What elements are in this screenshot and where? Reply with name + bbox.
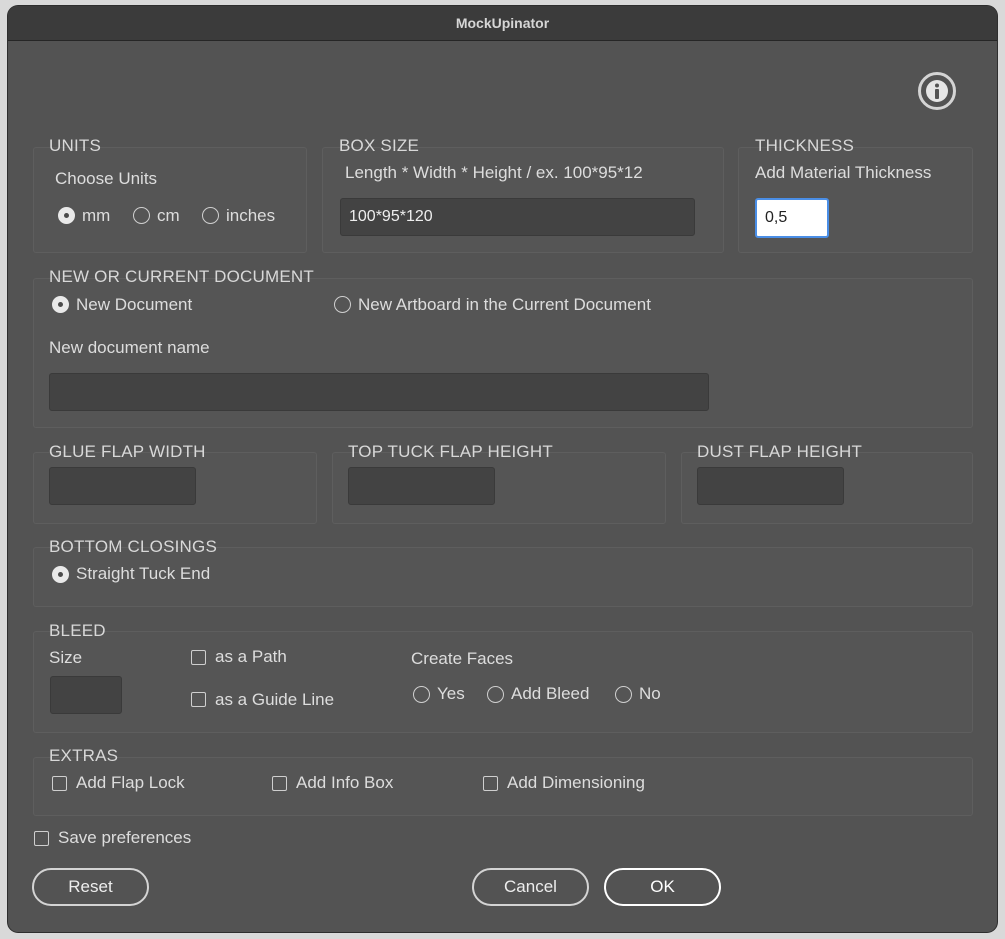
checkbox-dimensioning[interactable] (483, 776, 498, 791)
ok-button[interactable]: OK (604, 868, 721, 906)
dust-flap-heading: DUST FLAP HEIGHT (697, 442, 863, 461)
window-title: MockUpinator (8, 6, 997, 41)
save-preferences-label: Save preferences (58, 828, 192, 847)
radio-faces-yes-label: Yes (437, 684, 465, 703)
checkbox-flap-lock[interactable] (52, 776, 67, 791)
units-panel (33, 147, 307, 253)
radio-inches-label: inches (226, 206, 276, 225)
checkbox-save-preferences[interactable] (34, 831, 49, 846)
info-icon[interactable] (918, 72, 956, 110)
glue-flap-heading: GLUE FLAP WIDTH (49, 442, 206, 461)
checkbox-as-path[interactable] (191, 650, 206, 665)
box-size-heading: BOX SIZE (339, 136, 420, 155)
radio-straight-tuck[interactable] (52, 566, 69, 583)
bottom-closings-heading: BOTTOM CLOSINGS (49, 537, 217, 556)
checkbox-as-guide-label: as a Guide Line (215, 690, 335, 709)
radio-faces-no[interactable] (615, 686, 632, 703)
info-glyph (926, 80, 948, 102)
checkbox-as-guide[interactable] (191, 692, 206, 707)
checkbox-as-path-label: as a Path (215, 647, 287, 666)
radio-straight-tuck-label: Straight Tuck End (76, 564, 211, 583)
radio-faces-no-label: No (639, 684, 661, 703)
box-size-hint: Length * Width * Height / ex. 100*95*12 (345, 163, 643, 182)
document-name-input[interactable] (49, 373, 709, 411)
radio-new-artboard[interactable] (334, 296, 351, 313)
top-tuck-heading: TOP TUCK FLAP HEIGHT (348, 442, 553, 461)
top-tuck-input[interactable] (348, 467, 495, 505)
radio-mm[interactable] (58, 207, 75, 224)
radio-new-document-label: New Document (76, 295, 193, 314)
checkbox-info-box[interactable] (272, 776, 287, 791)
bleed-heading: BLEED (49, 621, 106, 640)
document-name-label: New document name (49, 338, 210, 357)
checkbox-flap-lock-label: Add Flap Lock (76, 773, 185, 792)
radio-cm[interactable] (133, 207, 150, 224)
glue-flap-input[interactable] (49, 467, 196, 505)
create-faces-label: Create Faces (411, 649, 514, 668)
units-label: Choose Units (55, 169, 158, 188)
dialog-window: MockUpinator UNITS Choose Units mm cm in… (8, 6, 997, 932)
thickness-input[interactable]: 0,5 (755, 198, 829, 238)
radio-mm-label: mm (82, 206, 111, 225)
radio-new-document[interactable] (52, 296, 69, 313)
bleed-size-input[interactable] (50, 676, 122, 714)
thickness-heading: THICKNESS (755, 136, 855, 155)
units-heading: UNITS (49, 136, 101, 155)
extras-heading: EXTRAS (49, 746, 119, 765)
cancel-button[interactable]: Cancel (472, 868, 589, 906)
radio-faces-yes[interactable] (413, 686, 430, 703)
radio-faces-add-bleed-label: Add Bleed (511, 684, 590, 703)
reset-button[interactable]: Reset (32, 868, 149, 906)
radio-inches[interactable] (202, 207, 219, 224)
radio-new-artboard-label: New Artboard in the Current Document (358, 295, 651, 314)
checkbox-dimensioning-label: Add Dimensioning (507, 773, 645, 792)
bleed-size-label: Size (49, 648, 83, 667)
document-heading: NEW OR CURRENT DOCUMENT (49, 267, 314, 286)
dust-flap-input[interactable] (697, 467, 844, 505)
radio-cm-label: cm (157, 206, 180, 225)
checkbox-info-box-label: Add Info Box (296, 773, 394, 792)
bleed-panel (33, 631, 973, 733)
box-size-input[interactable]: 100*95*120 (340, 198, 695, 236)
thickness-label: Add Material Thickness (755, 163, 932, 182)
radio-faces-add-bleed[interactable] (487, 686, 504, 703)
